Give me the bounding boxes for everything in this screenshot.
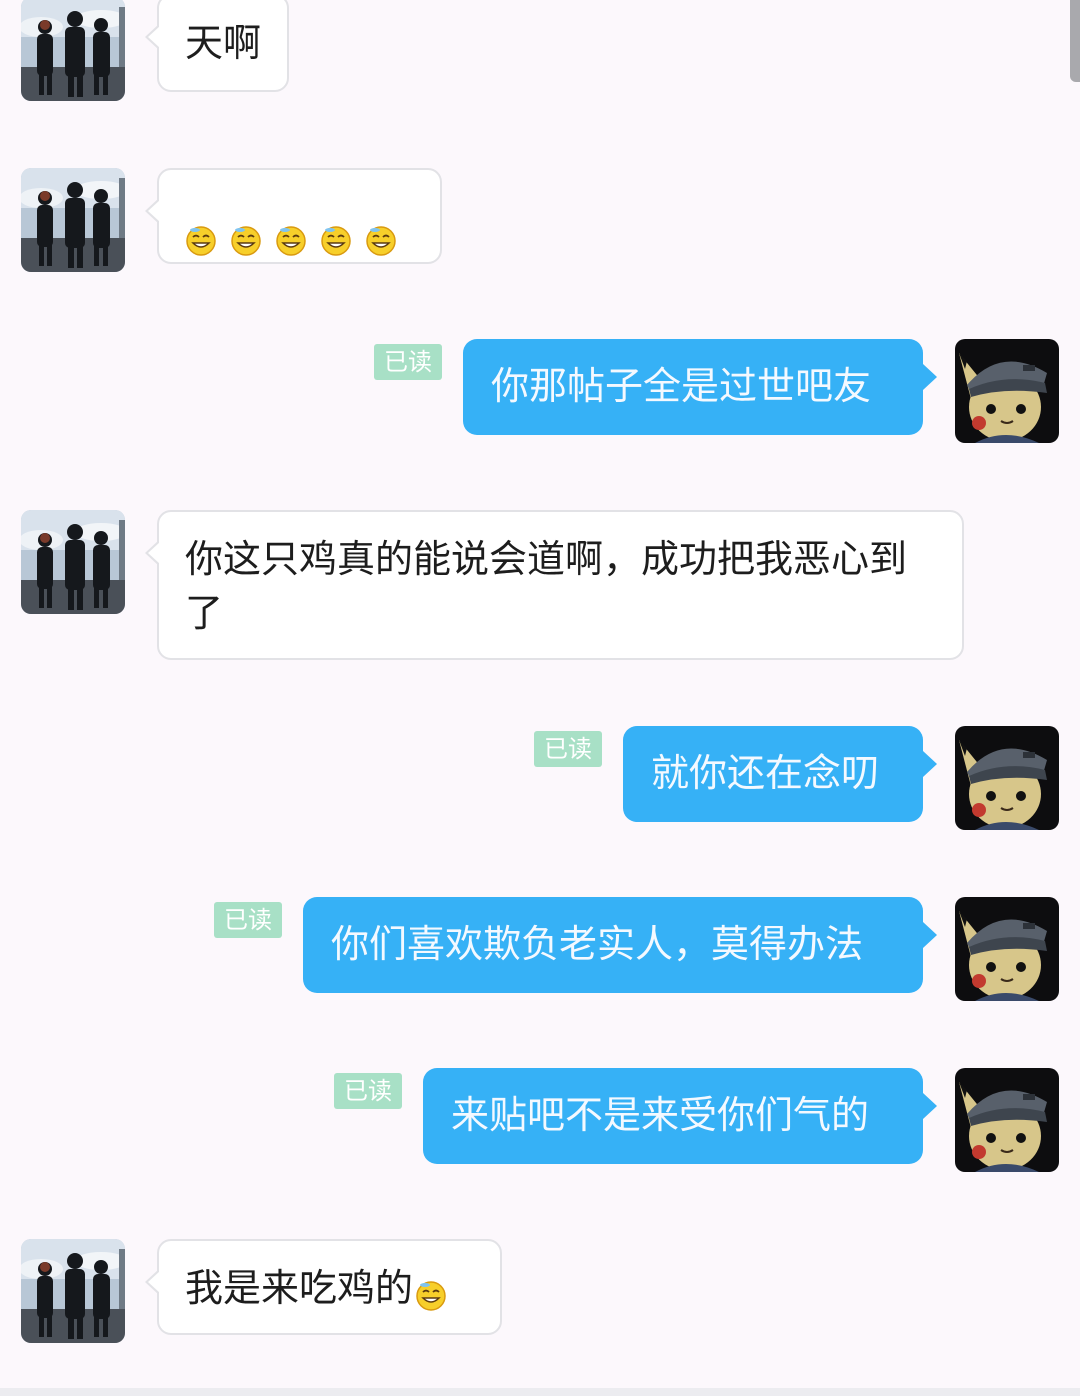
incoming-message-bubble[interactable]: 你这只鸡真的能说会道啊，成功把我恶心到了 [145, 510, 964, 660]
smiley-emoji-icon [185, 224, 217, 256]
scrollbar-thumb[interactable] [1070, 0, 1080, 82]
contact-avatar[interactable] [21, 510, 125, 614]
my-avatar[interactable] [955, 897, 1059, 1001]
read-receipt-badge: 已读 [374, 344, 442, 380]
read-receipt-badge: 已读 [334, 1073, 402, 1109]
smiley-emoji-icon [320, 224, 352, 256]
my-avatar[interactable] [955, 726, 1059, 830]
message-text: 你们喜欢欺负老实人，莫得办法 [331, 922, 864, 966]
message-text: 就你还在念叨 [651, 751, 880, 795]
bottom-divider [0, 1388, 1080, 1396]
smiley-emoji-icon [230, 224, 262, 256]
incoming-message-bubble[interactable]: 我是来吃鸡的 [145, 1239, 502, 1335]
message-text: 天啊 [185, 21, 262, 65]
smiley-emoji-icon [415, 1279, 447, 1311]
outgoing-message-bubble[interactable]: 你那帖子全是过世吧友 [463, 339, 937, 435]
read-receipt-badge: 已读 [214, 902, 282, 938]
smiley-emoji-icon [365, 224, 397, 256]
message-text: 你这只鸡真的能说会道啊，成功把我恶心到了 [185, 537, 908, 635]
outgoing-message-bubble[interactable]: 就你还在念叨 [623, 726, 937, 822]
incoming-message-bubble[interactable] [145, 168, 442, 264]
message-text: 来贴吧不是来受你们气的 [451, 1093, 870, 1137]
outgoing-message-bubble[interactable]: 来贴吧不是来受你们气的 [423, 1068, 937, 1164]
message-text: 我是来吃鸡的 [185, 1266, 414, 1310]
contact-avatar[interactable] [21, 1239, 125, 1343]
my-avatar[interactable] [955, 1068, 1059, 1172]
my-avatar[interactable] [955, 339, 1059, 443]
contact-avatar[interactable] [21, 0, 125, 101]
contact-avatar[interactable] [21, 168, 125, 272]
read-receipt-badge: 已读 [534, 731, 602, 767]
outgoing-message-bubble[interactable]: 你们喜欢欺负老实人，莫得办法 [303, 897, 937, 993]
incoming-message-bubble[interactable]: 天啊 [144, 0, 290, 92]
message-text: 你那帖子全是过世吧友 [491, 364, 872, 408]
smiley-emoji-icon [275, 224, 307, 256]
